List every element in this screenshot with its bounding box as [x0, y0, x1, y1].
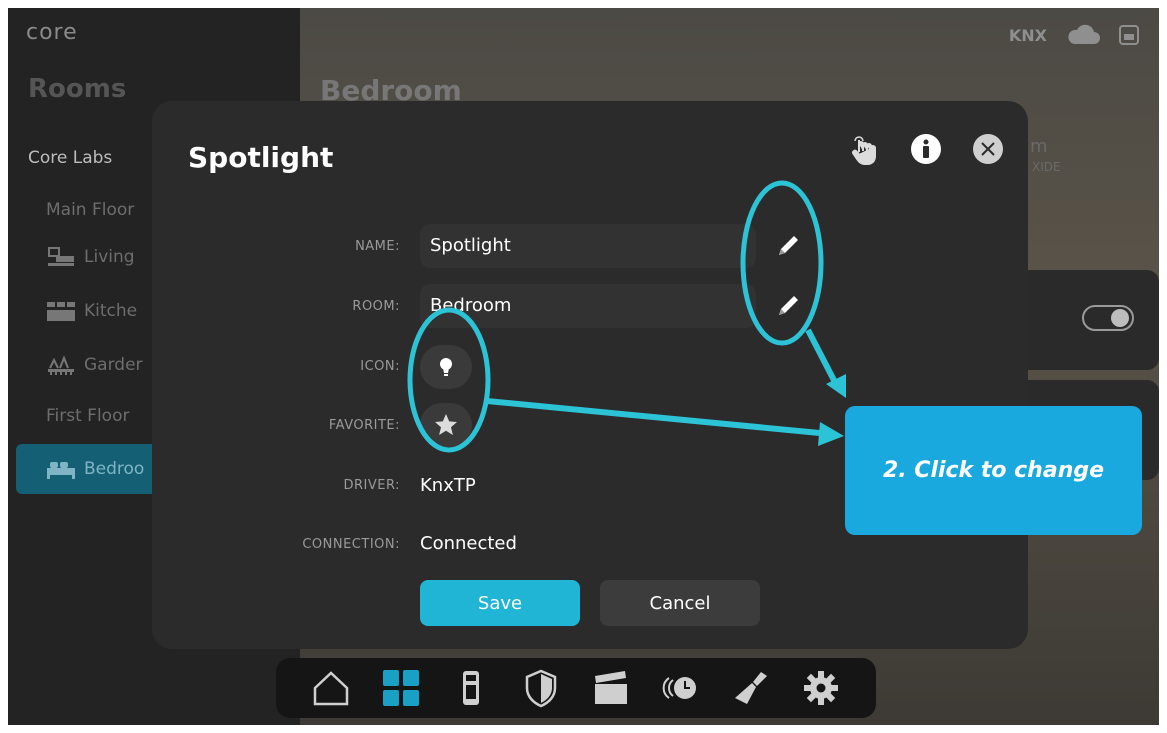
edit-room-button[interactable]: [770, 288, 806, 324]
sidebar-item-label: Kitche: [84, 301, 138, 321]
room-field[interactable]: Bedroom: [420, 284, 756, 328]
bottom-navigation: [276, 658, 876, 718]
home-icon: [313, 671, 349, 706]
sidebar-item-label: Garder: [84, 355, 143, 375]
nav-schedule[interactable]: [659, 666, 703, 710]
cleaning-icon: [735, 672, 767, 704]
dialog-header-actions: [846, 131, 1006, 167]
device-toggle[interactable]: [1082, 305, 1134, 331]
edit-name-button[interactable]: [770, 228, 806, 264]
cancel-button[interactable]: Cancel: [600, 580, 760, 626]
grid-icon: [383, 670, 419, 706]
nav-home[interactable]: [309, 666, 353, 710]
close-button[interactable]: [970, 131, 1006, 167]
nav-security[interactable]: [519, 666, 563, 710]
device-card-toggle[interactable]: [1018, 270, 1159, 370]
driver-value: KnxTP: [420, 475, 476, 496]
touch-icon: [852, 136, 876, 165]
sidebar-building[interactable]: Core Labs: [28, 148, 112, 168]
nav-cleaning[interactable]: [729, 666, 773, 710]
sidebar-item-kitchen[interactable]: Kitche: [46, 300, 137, 322]
schedule-icon: [662, 677, 696, 699]
partial-label: m: [1030, 136, 1048, 157]
bed-icon: [47, 462, 75, 479]
partial-sublabel: XIDE: [1032, 160, 1061, 174]
app-screen: Bedroom m XIDE KNX core Rooms Core Labs …: [8, 8, 1159, 725]
sidebar-floor-main[interactable]: Main Floor: [46, 200, 134, 220]
dialog-title: Spotlight: [188, 141, 334, 174]
shield-icon: [525, 669, 557, 708]
info-icon: [911, 134, 941, 164]
top-status-bar: KNX: [1009, 24, 1139, 46]
name-label: NAME:: [355, 239, 400, 254]
pencil-icon: [779, 236, 798, 255]
cloud-icon[interactable]: [1065, 24, 1101, 46]
connection-value: Connected: [420, 533, 517, 554]
sofa-tv-icon: [48, 247, 74, 266]
clapperboard-icon: [595, 671, 627, 704]
sidebar-floor-first[interactable]: First Floor: [46, 406, 129, 426]
icon-label: ICON:: [360, 359, 400, 374]
favorite-label: FAVORITE:: [328, 418, 400, 433]
device-icon[interactable]: [1119, 25, 1139, 45]
nav-intercom[interactable]: [449, 666, 493, 710]
sidebar-item-label: Living: [84, 247, 135, 267]
keypad-icon: [463, 671, 479, 705]
sidebar-item-bedroom-content: Bedroo: [46, 458, 144, 480]
connection-label: KNX: [1008, 25, 1047, 45]
nav-devices[interactable]: [379, 666, 423, 710]
driver-label: DRIVER:: [343, 478, 400, 493]
info-button[interactable]: [908, 131, 944, 167]
app-logo: core: [26, 20, 78, 45]
favorite-toggle[interactable]: [420, 403, 472, 447]
lightbulb-icon: [440, 358, 452, 376]
nav-settings[interactable]: [799, 666, 843, 710]
gear-icon: [804, 671, 838, 705]
sidebar-item-label: Bedroo: [84, 459, 145, 479]
close-icon: [973, 134, 1003, 164]
star-icon: [435, 414, 457, 435]
sidebar-item-garden[interactable]: Garder: [46, 354, 143, 376]
identify-button[interactable]: [846, 131, 882, 167]
save-button[interactable]: Save: [420, 580, 580, 626]
device-settings-dialog: Spotlight NAME: Spotlight ROOM: Bedroom …: [152, 101, 1028, 649]
garden-icon: [48, 355, 74, 375]
sidebar-title: Rooms: [28, 74, 127, 104]
sidebar-item-living[interactable]: Living: [46, 246, 135, 268]
nav-scenes[interactable]: [589, 666, 633, 710]
kitchen-icon: [47, 302, 75, 321]
icon-picker-button[interactable]: [420, 345, 472, 389]
connection-label: CONNECTION:: [302, 537, 400, 552]
room-label: ROOM:: [352, 299, 400, 314]
pencil-icon: [779, 296, 798, 315]
name-field[interactable]: Spotlight: [420, 224, 756, 268]
instruction-callout: 2. Click to change: [845, 406, 1142, 535]
